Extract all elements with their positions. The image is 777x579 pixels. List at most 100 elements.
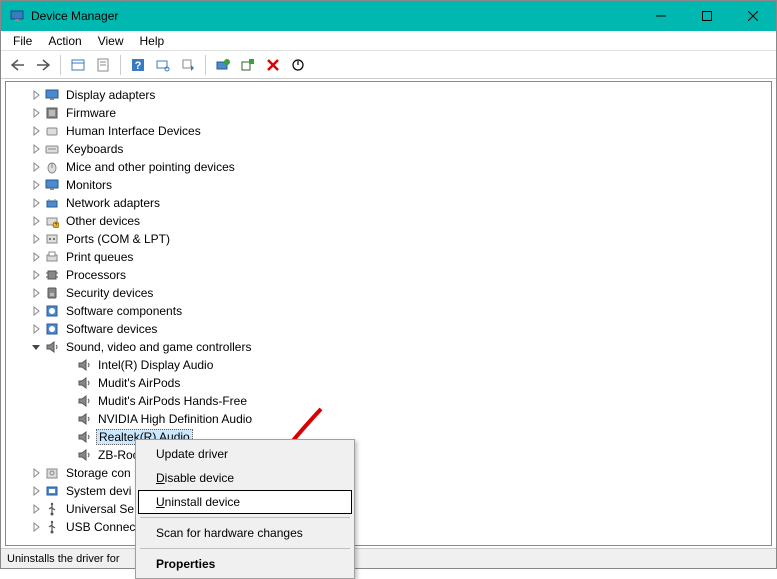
- expander-icon[interactable]: [30, 485, 42, 497]
- expander-icon[interactable]: [30, 197, 42, 209]
- storage-icon: [44, 465, 60, 481]
- maximize-button[interactable]: [684, 1, 730, 31]
- device-category[interactable]: USB Connec: [6, 518, 771, 536]
- expander-icon[interactable]: [30, 179, 42, 191]
- device-category[interactable]: Mice and other pointing devices: [6, 158, 771, 176]
- device-category[interactable]: Display adapters: [6, 86, 771, 104]
- context-menu-item[interactable]: Disable device: [138, 466, 352, 490]
- device-category[interactable]: Software devices: [6, 320, 771, 338]
- device-item[interactable]: Mudit's AirPods Hands-Free: [6, 392, 771, 410]
- tree-item-label: Human Interface Devices: [64, 124, 203, 138]
- device-category[interactable]: Keyboards: [6, 140, 771, 158]
- sound-icon: [76, 393, 92, 409]
- uninstall-icon[interactable]: [237, 54, 259, 76]
- tree-item-label: System devi: [64, 484, 133, 498]
- context-menu-item[interactable]: Uninstall device: [138, 490, 352, 514]
- other-icon: ?: [44, 213, 60, 229]
- usb-icon: [44, 519, 60, 535]
- sound-icon: [76, 447, 92, 463]
- expander-icon[interactable]: [30, 287, 42, 299]
- expander-icon[interactable]: [30, 251, 42, 263]
- port-icon: [44, 231, 60, 247]
- device-category[interactable]: ? Other devices: [6, 212, 771, 230]
- expander-icon[interactable]: [30, 521, 42, 533]
- context-menu-separator: [140, 517, 350, 518]
- forward-button[interactable]: [32, 54, 54, 76]
- tree-item-label: Other devices: [64, 214, 142, 228]
- update-driver-icon[interactable]: [212, 54, 234, 76]
- tree-item-label: Mice and other pointing devices: [64, 160, 237, 174]
- menu-action[interactable]: Action: [40, 32, 89, 50]
- tree-item-label: Keyboards: [64, 142, 125, 156]
- sound-icon: [76, 429, 92, 445]
- tree-item-label: Mudit's AirPods: [96, 376, 182, 390]
- context-menu-item[interactable]: Update driver: [138, 442, 352, 466]
- tree-item-label: Processors: [64, 268, 128, 282]
- expander-icon[interactable]: [30, 107, 42, 119]
- expander-icon[interactable]: [30, 341, 42, 353]
- expander-icon[interactable]: [30, 305, 42, 317]
- enable-icon[interactable]: [287, 54, 309, 76]
- cpu-icon: [44, 267, 60, 283]
- device-category[interactable]: Software components: [6, 302, 771, 320]
- sound-icon: [76, 375, 92, 391]
- show-hidden-icon[interactable]: [67, 54, 89, 76]
- disable-icon[interactable]: [262, 54, 284, 76]
- device-tree[interactable]: Display adaptersFirmware Human Interface …: [5, 81, 772, 546]
- device-category[interactable]: Human Interface Devices: [6, 122, 771, 140]
- tree-item-label: NVIDIA High Definition Audio: [96, 412, 254, 426]
- device-item[interactable]: Intel(R) Display Audio: [6, 356, 771, 374]
- expander-icon[interactable]: [30, 323, 42, 335]
- titlebar: Device Manager: [1, 1, 776, 31]
- expander-icon[interactable]: [30, 215, 42, 227]
- keyboard-icon: [44, 141, 60, 157]
- tree-item-label: Software components: [64, 304, 184, 318]
- device-category[interactable]: Firmware: [6, 104, 771, 122]
- back-button[interactable]: [7, 54, 29, 76]
- context-menu-item[interactable]: Scan for hardware changes: [138, 521, 352, 545]
- device-category[interactable]: Processors: [6, 266, 771, 284]
- properties-icon[interactable]: [92, 54, 114, 76]
- minimize-button[interactable]: [638, 1, 684, 31]
- close-button[interactable]: [730, 1, 776, 31]
- expander-icon[interactable]: [30, 125, 42, 137]
- expander-icon[interactable]: [30, 89, 42, 101]
- expander-icon[interactable]: [30, 503, 42, 515]
- expander-icon[interactable]: [30, 233, 42, 245]
- display-icon: [44, 177, 60, 193]
- help-icon[interactable]: ?: [127, 54, 149, 76]
- display-icon: [44, 87, 60, 103]
- expander-icon[interactable]: [30, 161, 42, 173]
- context-menu-item[interactable]: Properties: [138, 552, 352, 576]
- device-category[interactable]: System devi: [6, 482, 771, 500]
- security-icon: [44, 285, 60, 301]
- device-item[interactable]: Mudit's AirPods: [6, 374, 771, 392]
- device-category[interactable]: Ports (COM & LPT): [6, 230, 771, 248]
- network-icon: [44, 195, 60, 211]
- window-controls: [638, 1, 776, 31]
- device-category[interactable]: Universal Se: [6, 500, 771, 518]
- add-legacy-icon[interactable]: [177, 54, 199, 76]
- device-category[interactable]: Network adapters: [6, 194, 771, 212]
- menu-view[interactable]: View: [90, 32, 132, 50]
- device-category[interactable]: Security devices: [6, 284, 771, 302]
- scan-icon[interactable]: [152, 54, 174, 76]
- device-item[interactable]: NVIDIA High Definition Audio: [6, 410, 771, 428]
- device-category[interactable]: Sound, video and game controllers: [6, 338, 771, 356]
- context-menu: Update driverDisable deviceUninstall dev…: [135, 439, 355, 579]
- sound-icon: [76, 357, 92, 373]
- device-item[interactable]: Realtek(R) Audio: [6, 428, 771, 446]
- expander-icon[interactable]: [30, 269, 42, 281]
- toolbar-separator: [205, 55, 206, 75]
- device-item[interactable]: ZB-Rock: [6, 446, 771, 464]
- device-category[interactable]: Print queues: [6, 248, 771, 266]
- toolbar-separator: [120, 55, 121, 75]
- mouse-icon: [44, 159, 60, 175]
- device-category[interactable]: Storage con: [6, 464, 771, 482]
- hid-icon: [44, 123, 60, 139]
- expander-icon[interactable]: [30, 467, 42, 479]
- device-category[interactable]: Monitors: [6, 176, 771, 194]
- expander-icon[interactable]: [30, 143, 42, 155]
- menu-help[interactable]: Help: [132, 32, 173, 50]
- menu-file[interactable]: File: [5, 32, 40, 50]
